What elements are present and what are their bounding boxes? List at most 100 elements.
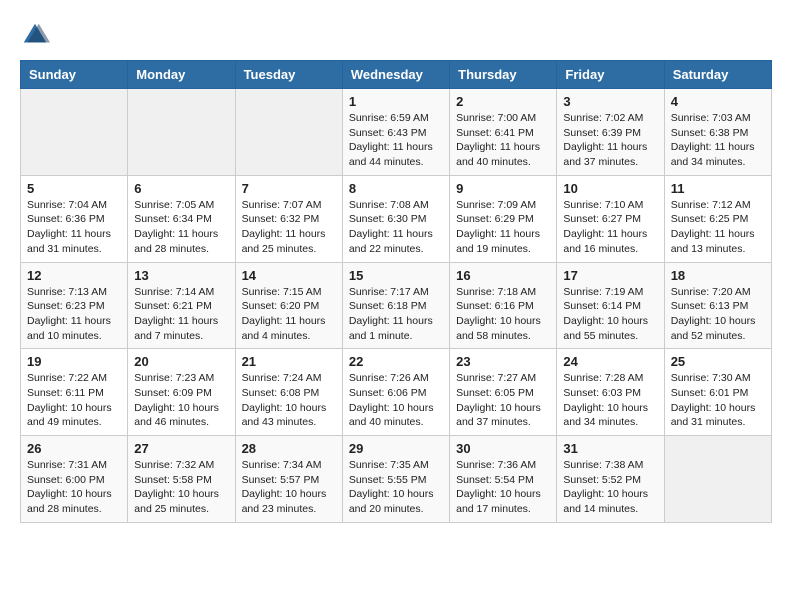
day-info: Sunrise: 7:22 AM Sunset: 6:11 PM Dayligh… bbox=[27, 372, 112, 428]
calendar-cell: 27 Sunrise: 7:32 AM Sunset: 5:58 PM Dayli… bbox=[128, 436, 235, 523]
calendar-cell: 12 Sunrise: 7:13 AM Sunset: 6:23 PM Dayli… bbox=[21, 262, 128, 349]
calendar-cell: 8Sunrise: 7:08 AM Sunset: 6:30 PM Daylig… bbox=[342, 175, 449, 262]
calendar-cell: 1 Sunrise: 6:59 AM Sunset: 6:43 PM Daylig… bbox=[342, 89, 449, 176]
day-number: 3 bbox=[563, 94, 657, 109]
day-info: Sunrise: 7:18 AM Sunset: 6:16 PM Dayligh… bbox=[456, 286, 541, 342]
day-number: 28 bbox=[242, 441, 336, 456]
calendar-cell: 10 Sunrise: 7:10 AM Sunset: 6:27 PM Dayli… bbox=[557, 175, 664, 262]
col-header-friday: Friday bbox=[557, 61, 664, 89]
day-info: Sunrise: 7:07 AM Sunset: 6:32 PM Dayligh… bbox=[242, 199, 326, 255]
day-info: Sunrise: 7:04 AM Sunset: 6:36 PM Dayligh… bbox=[27, 199, 111, 255]
calendar-cell: 19 Sunrise: 7:22 AM Sunset: 6:11 PM Dayli… bbox=[21, 349, 128, 436]
calendar-cell bbox=[664, 436, 771, 523]
day-info: Sunrise: 7:12 AM Sunset: 6:25 PM Dayligh… bbox=[671, 199, 755, 255]
day-info: Sunrise: 6:59 AM Sunset: 6:43 PM Dayligh… bbox=[349, 112, 433, 168]
calendar-cell: 23 Sunrise: 7:27 AM Sunset: 6:05 PM Dayli… bbox=[450, 349, 557, 436]
calendar-cell: 4 Sunrise: 7:03 AM Sunset: 6:38 PM Daylig… bbox=[664, 89, 771, 176]
calendar-cell: 24 Sunrise: 7:28 AM Sunset: 6:03 PM Dayli… bbox=[557, 349, 664, 436]
calendar-cell: 13 Sunrise: 7:14 AM Sunset: 6:21 PM Dayli… bbox=[128, 262, 235, 349]
day-number: 15 bbox=[349, 268, 443, 283]
calendar-week-0: 1 Sunrise: 6:59 AM Sunset: 6:43 PM Daylig… bbox=[21, 89, 772, 176]
day-number: 5 bbox=[27, 181, 121, 196]
calendar-cell: 30 Sunrise: 7:36 AM Sunset: 5:54 PM Dayli… bbox=[450, 436, 557, 523]
day-number: 26 bbox=[27, 441, 121, 456]
calendar-cell: 18 Sunrise: 7:20 AM Sunset: 6:13 PM Dayli… bbox=[664, 262, 771, 349]
day-number: 19 bbox=[27, 354, 121, 369]
day-number: 1 bbox=[349, 94, 443, 109]
calendar-cell: 14 Sunrise: 7:15 AM Sunset: 6:20 PM Dayli… bbox=[235, 262, 342, 349]
day-number: 18 bbox=[671, 268, 765, 283]
day-number: 17 bbox=[563, 268, 657, 283]
col-header-thursday: Thursday bbox=[450, 61, 557, 89]
day-info: Sunrise: 7:03 AM Sunset: 6:38 PM Dayligh… bbox=[671, 112, 755, 168]
calendar-cell: 9 Sunrise: 7:09 AM Sunset: 6:29 PM Daylig… bbox=[450, 175, 557, 262]
day-info: Sunrise: 7:28 AM Sunset: 6:03 PM Dayligh… bbox=[563, 372, 648, 428]
day-number: 9 bbox=[456, 181, 550, 196]
calendar-week-2: 12 Sunrise: 7:13 AM Sunset: 6:23 PM Dayli… bbox=[21, 262, 772, 349]
day-number: 30 bbox=[456, 441, 550, 456]
day-number: 20 bbox=[134, 354, 228, 369]
day-info: Sunrise: 7:02 AM Sunset: 6:39 PM Dayligh… bbox=[563, 112, 647, 168]
day-info: Sunrise: 7:27 AM Sunset: 6:05 PM Dayligh… bbox=[456, 372, 541, 428]
day-number: 16 bbox=[456, 268, 550, 283]
logo-icon bbox=[20, 20, 50, 50]
col-header-saturday: Saturday bbox=[664, 61, 771, 89]
calendar-cell: 16 Sunrise: 7:18 AM Sunset: 6:16 PM Dayli… bbox=[450, 262, 557, 349]
day-info: Sunrise: 7:23 AM Sunset: 6:09 PM Dayligh… bbox=[134, 372, 219, 428]
day-number: 25 bbox=[671, 354, 765, 369]
day-info: Sunrise: 7:14 AM Sunset: 6:21 PM Dayligh… bbox=[134, 286, 218, 342]
calendar-cell: 11 Sunrise: 7:12 AM Sunset: 6:25 PM Dayli… bbox=[664, 175, 771, 262]
day-number: 11 bbox=[671, 181, 765, 196]
day-info: Sunrise: 7:31 AM Sunset: 6:00 PM Dayligh… bbox=[27, 459, 112, 515]
day-info: Sunrise: 7:30 AM Sunset: 6:01 PM Dayligh… bbox=[671, 372, 756, 428]
day-number: 4 bbox=[671, 94, 765, 109]
col-header-wednesday: Wednesday bbox=[342, 61, 449, 89]
calendar-cell: 22Sunrise: 7:26 AM Sunset: 6:06 PM Dayli… bbox=[342, 349, 449, 436]
day-info: Sunrise: 7:10 AM Sunset: 6:27 PM Dayligh… bbox=[563, 199, 647, 255]
day-number: 24 bbox=[563, 354, 657, 369]
calendar-table: SundayMondayTuesdayWednesdayThursdayFrid… bbox=[20, 60, 772, 523]
day-info: Sunrise: 7:20 AM Sunset: 6:13 PM Dayligh… bbox=[671, 286, 756, 342]
day-info: Sunrise: 7:26 AM Sunset: 6:06 PM Dayligh… bbox=[349, 372, 434, 428]
day-number: 12 bbox=[27, 268, 121, 283]
calendar-week-3: 19 Sunrise: 7:22 AM Sunset: 6:11 PM Dayli… bbox=[21, 349, 772, 436]
day-info: Sunrise: 7:32 AM Sunset: 5:58 PM Dayligh… bbox=[134, 459, 219, 515]
col-header-monday: Monday bbox=[128, 61, 235, 89]
day-info: Sunrise: 7:08 AM Sunset: 6:30 PM Dayligh… bbox=[349, 199, 433, 255]
calendar-cell: 15Sunrise: 7:17 AM Sunset: 6:18 PM Dayli… bbox=[342, 262, 449, 349]
day-info: Sunrise: 7:05 AM Sunset: 6:34 PM Dayligh… bbox=[134, 199, 218, 255]
day-number: 10 bbox=[563, 181, 657, 196]
calendar-cell: 2 Sunrise: 7:00 AM Sunset: 6:41 PM Daylig… bbox=[450, 89, 557, 176]
day-number: 7 bbox=[242, 181, 336, 196]
day-info: Sunrise: 7:13 AM Sunset: 6:23 PM Dayligh… bbox=[27, 286, 111, 342]
day-info: Sunrise: 7:09 AM Sunset: 6:29 PM Dayligh… bbox=[456, 199, 540, 255]
logo bbox=[20, 20, 54, 50]
col-header-sunday: Sunday bbox=[21, 61, 128, 89]
calendar-cell bbox=[128, 89, 235, 176]
day-info: Sunrise: 7:38 AM Sunset: 5:52 PM Dayligh… bbox=[563, 459, 648, 515]
day-info: Sunrise: 7:15 AM Sunset: 6:20 PM Dayligh… bbox=[242, 286, 326, 342]
day-number: 27 bbox=[134, 441, 228, 456]
calendar-cell: 3 Sunrise: 7:02 AM Sunset: 6:39 PM Daylig… bbox=[557, 89, 664, 176]
day-number: 13 bbox=[134, 268, 228, 283]
day-number: 14 bbox=[242, 268, 336, 283]
calendar-week-4: 26 Sunrise: 7:31 AM Sunset: 6:00 PM Dayli… bbox=[21, 436, 772, 523]
day-number: 29 bbox=[349, 441, 443, 456]
calendar-cell: 21Sunrise: 7:24 AM Sunset: 6:08 PM Dayli… bbox=[235, 349, 342, 436]
calendar-cell bbox=[21, 89, 128, 176]
day-number: 23 bbox=[456, 354, 550, 369]
day-info: Sunrise: 7:36 AM Sunset: 5:54 PM Dayligh… bbox=[456, 459, 541, 515]
day-info: Sunrise: 7:19 AM Sunset: 6:14 PM Dayligh… bbox=[563, 286, 648, 342]
day-info: Sunrise: 7:00 AM Sunset: 6:41 PM Dayligh… bbox=[456, 112, 540, 168]
calendar-cell: 6Sunrise: 7:05 AM Sunset: 6:34 PM Daylig… bbox=[128, 175, 235, 262]
calendar-header-row: SundayMondayTuesdayWednesdayThursdayFrid… bbox=[21, 61, 772, 89]
calendar-cell: 5 Sunrise: 7:04 AM Sunset: 6:36 PM Daylig… bbox=[21, 175, 128, 262]
calendar-cell: 26 Sunrise: 7:31 AM Sunset: 6:00 PM Dayli… bbox=[21, 436, 128, 523]
day-info: Sunrise: 7:35 AM Sunset: 5:55 PM Dayligh… bbox=[349, 459, 434, 515]
calendar-cell: 25 Sunrise: 7:30 AM Sunset: 6:01 PM Dayli… bbox=[664, 349, 771, 436]
day-info: Sunrise: 7:24 AM Sunset: 6:08 PM Dayligh… bbox=[242, 372, 327, 428]
calendar-cell bbox=[235, 89, 342, 176]
calendar-cell: 17 Sunrise: 7:19 AM Sunset: 6:14 PM Dayli… bbox=[557, 262, 664, 349]
day-info: Sunrise: 7:34 AM Sunset: 5:57 PM Dayligh… bbox=[242, 459, 327, 515]
day-number: 2 bbox=[456, 94, 550, 109]
